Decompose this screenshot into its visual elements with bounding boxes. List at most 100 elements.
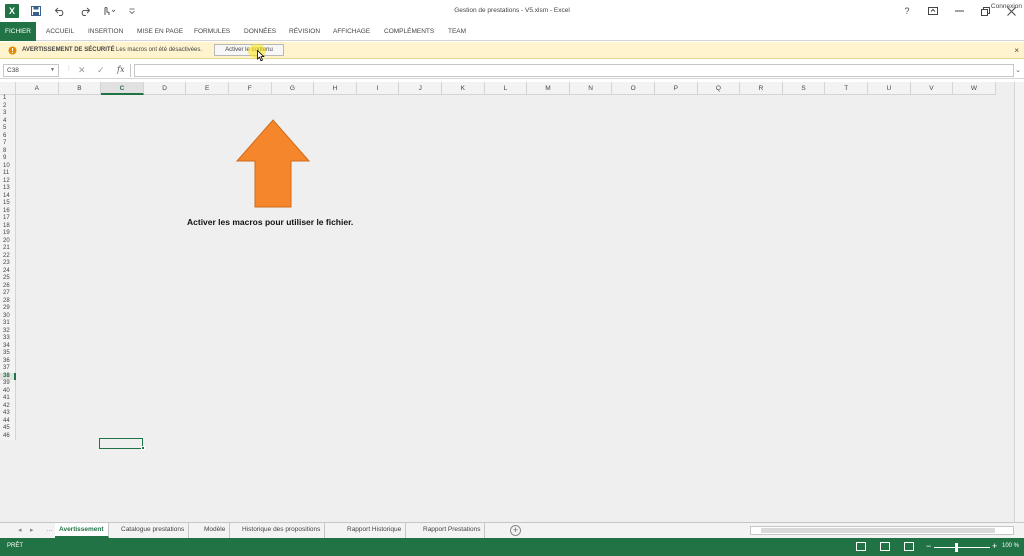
row-header-23[interactable]: 23 [0,260,16,268]
sheet-tab-historique-propositions[interactable]: Historique des propositions [238,523,326,538]
row-header-29[interactable]: 29 [0,305,16,313]
row-header-17[interactable]: 17 [0,215,16,223]
column-header-q[interactable]: Q [697,82,741,95]
row-header-7[interactable]: 7 [0,140,16,148]
save-icon[interactable] [28,4,44,18]
column-header-i[interactable]: I [356,82,400,95]
column-header-l[interactable]: L [484,82,528,95]
column-header-d[interactable]: D [143,82,187,95]
undo-icon[interactable] [52,4,68,18]
row-header-44[interactable]: 44 [0,417,16,425]
row-header-40[interactable]: 40 [0,387,16,395]
fill-handle[interactable] [141,446,145,450]
row-header-2[interactable]: 2 [0,102,16,110]
column-header-e[interactable]: E [186,82,229,95]
name-box[interactable]: C38 ▼ [3,64,59,77]
chevron-down-icon[interactable]: ▼ [50,65,55,76]
row-header-34[interactable]: 34 [0,342,16,350]
row-header-13[interactable]: 13 [0,185,16,193]
zoom-in-button[interactable]: + [992,541,997,551]
zoom-level[interactable]: 100 % [1002,543,1019,549]
row-header-12[interactable]: 12 [0,177,16,185]
spreadsheet-grid[interactable]: A B C D E F G H I J K L M N O P Q R S T U V W 1 2 3 4 5 6 7 8 9 10 11 12 13… [0,82,1024,522]
column-header-a[interactable]: A [16,82,59,95]
zoom-slider[interactable] [934,547,990,548]
formula-input[interactable] [134,64,1014,77]
normal-view-icon[interactable] [856,542,866,551]
row-header-22[interactable]: 22 [0,252,16,260]
select-all-corner[interactable] [0,82,16,95]
help-button[interactable]: ? [894,0,920,22]
close-security-bar-button[interactable]: × [1014,46,1019,55]
add-sheet-button[interactable]: + [510,525,521,536]
row-header-5[interactable]: 5 [0,125,16,133]
row-header-28[interactable]: 28 [0,297,16,305]
row-header-18[interactable]: 18 [0,222,16,230]
row-header-38[interactable]: 38 [0,372,16,380]
row-header-20[interactable]: 20 [0,237,16,245]
row-header-39[interactable]: 39 [0,380,16,388]
row-header-33[interactable]: 33 [0,335,16,343]
redo-icon[interactable] [76,4,92,18]
column-header-v[interactable]: V [910,82,954,95]
tab-complements[interactable]: COMPLÉMENTS [384,22,434,41]
row-header-16[interactable]: 16 [0,207,16,215]
column-header-b[interactable]: B [58,82,102,95]
column-header-k[interactable]: K [442,82,485,95]
column-header-o[interactable]: O [612,82,655,95]
row-header-9[interactable]: 9 [0,155,16,163]
row-header-37[interactable]: 37 [0,365,16,373]
touch-mode-icon[interactable] [100,4,116,18]
tab-donnees[interactable]: DONNÉES [244,22,276,41]
column-header-s[interactable]: S [782,82,826,95]
column-header-p[interactable]: P [655,82,698,95]
insert-function-icon[interactable]: fx [117,65,124,74]
sheet-tab-modele[interactable]: Modèle [200,523,231,538]
zoom-slider-thumb[interactable] [955,543,958,552]
expand-formula-bar-icon[interactable]: ⌄ [1015,66,1021,74]
page-layout-view-icon[interactable] [880,542,890,551]
tab-revision[interactable]: RÉVISION [289,22,320,41]
sheet-tab-catalogue-prestations[interactable]: Catalogue prestations [117,523,190,538]
sheet-tab-rapport-prestations[interactable]: Rapport Prestations [419,523,486,538]
row-header-25[interactable]: 25 [0,275,16,283]
row-header-41[interactable]: 41 [0,395,16,403]
row-header-32[interactable]: 32 [0,327,16,335]
row-header-35[interactable]: 35 [0,350,16,358]
row-header-11[interactable]: 11 [0,170,16,178]
tab-affichage[interactable]: AFFICHAGE [333,22,370,41]
sheet-canvas[interactable] [16,95,1024,522]
selected-cell[interactable] [99,438,143,449]
horizontal-scroll-thumb[interactable] [761,528,995,533]
row-header-21[interactable]: 21 [0,245,16,253]
previous-sheet-icon[interactable]: ◂ [18,526,22,534]
tab-formules[interactable]: FORMULES [194,22,230,41]
row-header-27[interactable]: 27 [0,290,16,298]
row-header-31[interactable]: 31 [0,320,16,328]
row-header-8[interactable]: 8 [0,147,16,155]
column-header-u[interactable]: U [868,82,911,95]
sign-in-link[interactable]: Connexion [991,0,1022,14]
row-header-43[interactable]: 43 [0,410,16,418]
column-header-n[interactable]: N [569,82,613,95]
sheet-tab-rapport-historique[interactable]: Rapport Historique [343,523,407,538]
row-header-26[interactable]: 26 [0,282,16,290]
row-header-45[interactable]: 45 [0,425,16,433]
column-header-w[interactable]: W [953,82,996,95]
row-header-36[interactable]: 36 [0,357,16,365]
row-header-10[interactable]: 10 [0,162,16,170]
row-header-15[interactable]: 15 [0,200,16,208]
tab-insertion[interactable]: INSERTION [88,22,123,41]
tab-file[interactable]: FICHIER [0,22,36,41]
horizontal-scrollbar[interactable] [750,526,1014,535]
sheet-tab-avertissement[interactable]: Avertissement [55,523,109,538]
row-header-42[interactable]: 42 [0,402,16,410]
column-header-f[interactable]: F [229,82,272,95]
sheet-more-icon[interactable]: … [46,526,53,533]
row-header-24[interactable]: 24 [0,267,16,275]
row-header-19[interactable]: 19 [0,230,16,238]
ribbon-display-options-button[interactable] [920,0,946,22]
customize-qat-icon[interactable] [124,4,140,18]
row-header-1[interactable]: 1 [0,95,16,103]
zoom-out-button[interactable]: − [926,541,931,551]
